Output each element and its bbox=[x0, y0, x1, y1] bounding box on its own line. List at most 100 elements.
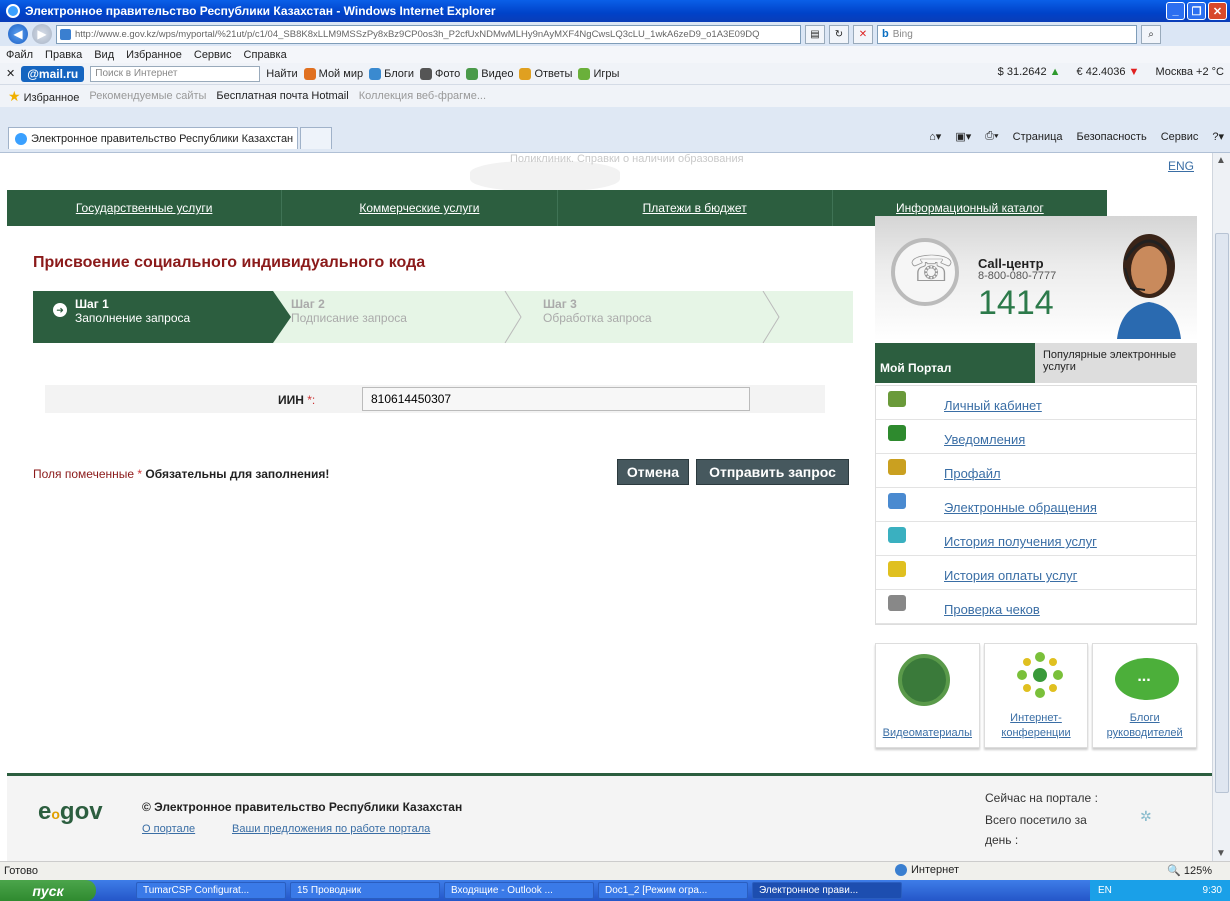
feeds-icon[interactable]: ▣▾ bbox=[955, 130, 971, 143]
help-icon[interactable]: ?▾ bbox=[1212, 130, 1224, 143]
menu-help[interactable]: Справка bbox=[244, 49, 287, 61]
task-explorer[interactable]: 15 Проводник bbox=[290, 882, 440, 899]
page-scrollbar[interactable]: ▲ ▼ bbox=[1212, 153, 1230, 861]
mailru-link-mymir[interactable]: Мой мир bbox=[303, 67, 363, 80]
sidebar-menu-link[interactable]: Уведомления bbox=[944, 432, 1025, 447]
menu-bar: Файл Правка Вид Избранное Сервис Справка bbox=[0, 46, 1230, 63]
sidebar-menu-item[interactable]: Электронные обращения bbox=[876, 488, 1196, 522]
cmd-tools[interactable]: Сервис bbox=[1161, 131, 1199, 143]
print-icon[interactable]: ⎙▾ bbox=[985, 130, 998, 143]
usd-rate[interactable]: $ 31.2642 ▲ bbox=[998, 66, 1061, 78]
weather[interactable]: Москва +2 °C bbox=[1155, 66, 1224, 78]
sidebar-menu-link[interactable]: История получения услуг bbox=[944, 534, 1097, 549]
fav-hotmail[interactable]: Бесплатная почта Hotmail bbox=[216, 90, 348, 102]
favorites-button[interactable]: ★ Избранное bbox=[8, 88, 79, 105]
new-tab-button[interactable] bbox=[300, 127, 332, 149]
conference-box[interactable]: Интернет-конференции bbox=[983, 643, 1089, 748]
footer-suggestions-link[interactable]: Ваши предложения по работе портала bbox=[232, 823, 430, 835]
compat-view-icon[interactable]: ▤ bbox=[805, 24, 825, 44]
sidebar-menu-link[interactable]: Электронные обращения bbox=[944, 500, 1097, 515]
callcenter-banner[interactable]: Call-центр 8-800-080-7777 1414 bbox=[875, 216, 1197, 341]
tray-clock[interactable]: 9:30 bbox=[1203, 885, 1222, 896]
cmd-page[interactable]: Страница bbox=[1013, 131, 1063, 143]
menu-view[interactable]: Вид bbox=[94, 49, 114, 61]
taskbar: пуск TumarCSP Configurat... 15 Проводник… bbox=[0, 880, 1230, 901]
zoom-level[interactable]: 🔍 125% bbox=[1167, 864, 1212, 877]
tab-popular-services[interactable]: Популярные электронные услуги bbox=[1035, 343, 1197, 383]
mailru-logo[interactable]: @mail.ru bbox=[21, 65, 85, 82]
mailru-toolbar: ✕ @mail.ru Поиск в Интернет Найти Мой ми… bbox=[0, 63, 1230, 85]
fav-recommended[interactable]: Рекомендуемые сайты bbox=[89, 90, 206, 102]
task-word[interactable]: Doc1_2 [Режим огра... bbox=[598, 882, 748, 899]
submit-request-button[interactable]: Отправить запрос bbox=[696, 459, 849, 485]
mailru-link-blogs[interactable]: Блоги bbox=[369, 67, 414, 80]
blogs-link[interactable]: Блоги руководителей bbox=[1093, 711, 1196, 741]
video-box[interactable]: Видеоматериалы bbox=[875, 643, 980, 748]
sidebar-menu-link[interactable]: Личный кабинет bbox=[944, 398, 1042, 413]
system-tray: EN 9:30 bbox=[1090, 880, 1230, 901]
lang-eng-link[interactable]: ENG bbox=[1168, 159, 1194, 173]
close-button[interactable]: ✕ bbox=[1208, 2, 1227, 20]
mailru-link-video[interactable]: Видео bbox=[466, 67, 513, 80]
url-input[interactable]: http://www.e.gov.kz/wps/myportal/%21ut/p… bbox=[56, 24, 801, 44]
home-icon[interactable]: ⌂▾ bbox=[929, 130, 941, 143]
step-active-bullet-icon: ➜ bbox=[53, 303, 67, 317]
tray-lang[interactable]: EN bbox=[1098, 885, 1112, 896]
maximize-button[interactable]: ❐ bbox=[1187, 2, 1206, 20]
mailru-link-games[interactable]: Игры bbox=[578, 67, 619, 80]
task-ie-active[interactable]: Электронное прави... bbox=[752, 882, 902, 899]
sidebar-menu-item[interactable]: Личный кабинет bbox=[876, 386, 1196, 420]
blogs-box[interactable]: Блоги руководителей bbox=[1092, 643, 1198, 748]
mailru-link-answers[interactable]: Ответы bbox=[519, 67, 572, 80]
search-icon[interactable]: ⌕ bbox=[1141, 24, 1161, 44]
eur-rate[interactable]: € 42.4036 ▼ bbox=[1077, 66, 1140, 78]
header-watermark-text: Поликлиник. Справки о наличии образовани… bbox=[510, 153, 744, 165]
forward-button[interactable]: ▶ bbox=[32, 24, 52, 44]
search-box[interactable]: b Bing bbox=[877, 24, 1137, 44]
window-titlebar: Электронное правительство Республики Каз… bbox=[0, 0, 1230, 22]
sidebar-menu-item[interactable]: Проверка чеков bbox=[876, 590, 1196, 624]
task-outlook[interactable]: Входящие - Outlook ... bbox=[444, 882, 594, 899]
menu-favorites[interactable]: Избранное bbox=[126, 49, 182, 61]
chat-bubble-icon bbox=[1115, 658, 1180, 700]
operator-photo bbox=[1117, 234, 1181, 339]
footer-about-link[interactable]: О портале bbox=[142, 823, 195, 835]
nav-commercial-services[interactable]: Коммерческие услуги bbox=[282, 190, 558, 226]
iin-input[interactable] bbox=[362, 387, 750, 411]
cmd-security[interactable]: Безопасность bbox=[1077, 131, 1147, 143]
tab-active[interactable]: Электронное правительство Республики Каз… bbox=[8, 127, 298, 149]
sidebar-menu-link[interactable]: Проверка чеков bbox=[944, 602, 1040, 617]
scrollbar-thumb[interactable] bbox=[1215, 233, 1229, 793]
stop-icon[interactable]: ✕ bbox=[853, 24, 873, 44]
sidebar-menu-link[interactable]: История оплаты услуг bbox=[944, 568, 1077, 583]
sidebar-menu-item[interactable]: Уведомления bbox=[876, 420, 1196, 454]
refresh-icon[interactable]: ↻ bbox=[829, 24, 849, 44]
close-toolbar-icon[interactable]: ✕ bbox=[6, 67, 15, 80]
sidebar-menu-item[interactable]: Профайл bbox=[876, 454, 1196, 488]
menu-file[interactable]: Файл bbox=[6, 49, 33, 61]
mailru-link-photo[interactable]: Фото bbox=[420, 67, 460, 80]
mailru-search-input[interactable]: Поиск в Интернет bbox=[90, 65, 261, 82]
house-icon bbox=[888, 391, 906, 407]
back-button[interactable]: ◀ bbox=[8, 24, 28, 44]
nav-gov-services[interactable]: Государственные услуги bbox=[7, 190, 283, 226]
visited-today-1: Всего посетило за bbox=[985, 813, 1087, 827]
mailru-find-button[interactable]: Найти bbox=[266, 68, 297, 80]
egov-logo: eogov bbox=[38, 798, 103, 825]
tab-my-portal[interactable]: Мой Портал bbox=[875, 343, 1035, 383]
start-button[interactable]: пуск bbox=[0, 880, 96, 901]
menu-edit[interactable]: Правка bbox=[45, 49, 82, 61]
fav-webslices[interactable]: Коллекция веб-фрагме... bbox=[359, 90, 486, 102]
task-tumarcsp[interactable]: TumarCSP Configurat... bbox=[136, 882, 286, 899]
conference-link[interactable]: Интернет-конференции bbox=[985, 711, 1088, 741]
sidebar-menu-item[interactable]: История получения услуг bbox=[876, 522, 1196, 556]
cancel-button[interactable]: Отмена bbox=[617, 459, 689, 485]
sidebar-menu-link[interactable]: Профайл bbox=[944, 466, 1001, 481]
minimize-button[interactable]: _ bbox=[1166, 2, 1185, 20]
menu-tools[interactable]: Сервис bbox=[194, 49, 232, 61]
notification-icon bbox=[888, 425, 906, 441]
sidebar-menu-item[interactable]: История оплаты услуг bbox=[876, 556, 1196, 590]
callcenter-title: Call-центр bbox=[978, 256, 1044, 271]
nav-budget-payments[interactable]: Платежи в бюджет bbox=[558, 190, 833, 226]
video-link[interactable]: Видеоматериалы bbox=[876, 726, 979, 741]
